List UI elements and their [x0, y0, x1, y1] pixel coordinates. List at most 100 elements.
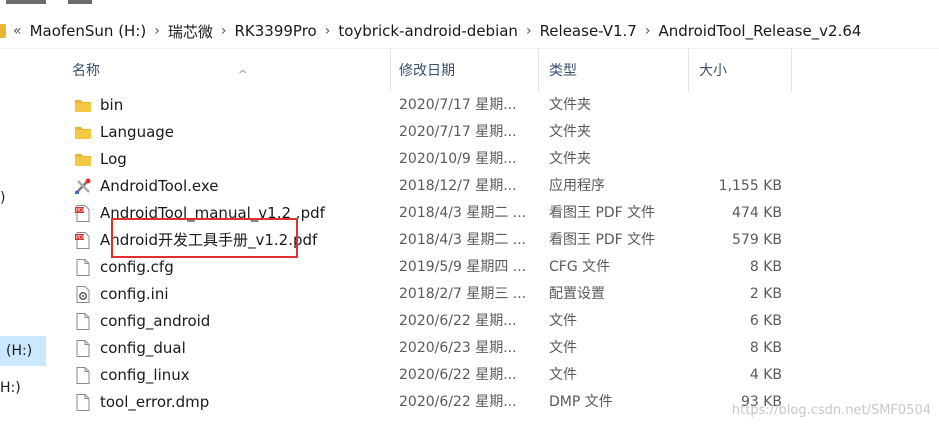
file-name: bin	[100, 96, 124, 114]
file-type: 文件	[549, 340, 577, 356]
file-name: config_linux	[100, 366, 190, 384]
svg-text:PDF: PDF	[76, 235, 86, 241]
file-list: 名称 ^ 修改日期 类型 大小 bin 2020/7/17 星期... 文件夹 Lan…	[48, 48, 939, 432]
file-date: 2020/6/22 星期...	[399, 367, 517, 383]
folder-icon	[74, 97, 92, 114]
file-row[interactable]: config.cfg 2019/5/9 星期四 ... CFG 文件 8 KB	[48, 254, 939, 281]
file-type: CFG 文件	[549, 259, 611, 275]
file-date: 2020/6/22 星期...	[399, 394, 517, 410]
address-bar[interactable]: « MaofenSun (H:) › 瑞芯微 › RK3399Pro › toybrick-a…	[0, 14, 939, 49]
file-size: 579 KB	[732, 232, 782, 248]
file-size	[688, 146, 782, 173]
chevron-right-icon[interactable]: ›	[645, 23, 651, 39]
file-name: config_dual	[100, 339, 186, 357]
chevron-right-icon[interactable]: ›	[325, 23, 331, 39]
file-type: 文件	[549, 367, 577, 383]
file-row[interactable]: AndroidTool.exe 2018/12/7 星期... 应用程序 1,155 …	[48, 173, 939, 200]
column-header-date[interactable]: 修改日期	[389, 48, 539, 92]
file-date: 2020/6/23 星期...	[399, 340, 517, 356]
column-header-type[interactable]: 类型	[539, 48, 689, 92]
file-date: 2018/4/3 星期二 ...	[399, 205, 527, 221]
top-window-edge	[0, 0, 939, 4]
settings-file-icon	[74, 286, 92, 303]
breadcrumb-item[interactable]: RK3399Pro	[234, 22, 316, 40]
column-header-row: 名称 ^ 修改日期 类型 大小	[48, 48, 939, 92]
file-icon	[74, 259, 92, 276]
folder-icon	[74, 151, 92, 168]
file-type: 看图王 PDF 文件	[549, 205, 656, 221]
file-date: 2020/6/22 星期...	[399, 313, 517, 329]
file-row[interactable]: config_android 2020/6/22 星期... 文件 6 KB	[48, 308, 939, 335]
file-size: 1,155 KB	[718, 178, 782, 194]
chevron-right-icon[interactable]: ›	[221, 23, 227, 39]
file-row[interactable]: Language 2020/7/17 星期... 文件夹	[48, 119, 939, 146]
svg-text:PDF: PDF	[76, 208, 86, 214]
file-row[interactable]: bin 2020/7/17 星期... 文件夹	[48, 92, 939, 119]
nav-item[interactable]: H:)	[0, 380, 46, 407]
file-icon	[74, 394, 92, 411]
file-date: 2019/5/9 星期四 ...	[399, 259, 527, 275]
pdf-icon: PDF	[74, 205, 92, 222]
file-type: 配置设置	[549, 286, 605, 302]
file-icon	[74, 367, 92, 384]
file-date: 2018/4/3 星期二 ...	[399, 232, 527, 248]
column-header-size[interactable]: 大小	[689, 48, 792, 92]
file-size	[688, 92, 782, 119]
breadcrumb-item[interactable]: 瑞芯微	[168, 21, 213, 42]
file-row[interactable]: config_dual 2020/6/23 星期... 文件 8 KB	[48, 335, 939, 362]
file-type: 文件夹	[549, 151, 591, 167]
file-size: 6 KB	[749, 313, 782, 329]
nav-item[interactable]: )	[0, 190, 46, 217]
file-name: AndroidTool.exe	[100, 177, 219, 195]
breadcrumb-item[interactable]: AndroidTool_Release_v2.64	[658, 22, 861, 40]
file-date: 2020/7/17 星期...	[399, 124, 517, 140]
file-size: 474 KB	[732, 205, 782, 221]
file-name: AndroidTool_manual_v1.2 .pdf	[100, 204, 325, 222]
tools-icon	[74, 178, 92, 195]
column-header-name[interactable]: 名称 ^	[62, 48, 391, 92]
watermark: https://blog.csdn.net/SMF0504	[731, 403, 931, 418]
file-size: 4 KB	[749, 367, 782, 383]
file-name: config.cfg	[100, 258, 174, 276]
file-icon	[74, 340, 92, 357]
file-name: config.ini	[100, 285, 169, 303]
navigation-pane: ) (H:) H:)	[0, 48, 48, 432]
chevron-right-icon[interactable]: ›	[154, 23, 160, 39]
file-date: 2020/7/17 星期...	[399, 97, 517, 113]
pdf-icon: PDF	[74, 232, 92, 249]
file-name: config_android	[100, 312, 211, 330]
breadcrumb-item[interactable]: MaofenSun (H:)	[30, 22, 147, 40]
file-type: 看图王 PDF 文件	[549, 232, 656, 248]
file-row[interactable]: config_linux 2020/6/22 星期... 文件 4 KB	[48, 362, 939, 389]
overflow-chevron-icon[interactable]: «	[13, 23, 22, 39]
file-icon	[74, 313, 92, 330]
file-date: 2018/2/7 星期三 ...	[399, 286, 527, 302]
file-size	[688, 119, 782, 146]
file-size: 8 KB	[749, 259, 782, 275]
file-rows: bin 2020/7/17 星期... 文件夹 Language 2020/7/17 星…	[48, 92, 939, 416]
file-type: 文件夹	[549, 124, 591, 140]
file-name: tool_error.dmp	[100, 393, 210, 411]
file-date: 2020/10/9 星期...	[399, 151, 517, 167]
file-date: 2018/12/7 星期...	[399, 178, 517, 194]
folder-icon	[0, 24, 6, 38]
file-size: 8 KB	[749, 340, 782, 356]
file-name: Language	[100, 123, 175, 141]
file-size: 2 KB	[749, 286, 782, 302]
folder-icon	[74, 124, 92, 141]
file-name: Android开发工具手册_v1.2.pdf	[100, 231, 318, 249]
file-row[interactable]: PDF Android开发工具手册_v1.2.pdf 2018/4/3 星期二 ..…	[48, 227, 939, 254]
chevron-right-icon[interactable]: ›	[526, 23, 532, 39]
breadcrumb: « MaofenSun (H:) › 瑞芯微 › RK3399Pro › toybrick-a…	[13, 21, 861, 42]
file-type: DMP 文件	[549, 394, 613, 410]
nav-item-selected[interactable]: (H:)	[0, 336, 46, 366]
breadcrumb-item[interactable]: toybrick-android-debian	[338, 22, 518, 40]
file-type: 应用程序	[549, 178, 605, 194]
file-row[interactable]: Log 2020/10/9 星期... 文件夹	[48, 146, 939, 173]
file-row[interactable]: PDF AndroidTool_manual_v1.2 .pdf 2018/4/3 …	[48, 200, 939, 227]
file-type: 文件夹	[549, 97, 591, 113]
file-row[interactable]: config.ini 2018/2/7 星期三 ... 配置设置 2 KB	[48, 281, 939, 308]
breadcrumb-item[interactable]: Release-V1.7	[540, 22, 637, 40]
file-name: Log	[100, 150, 127, 168]
column-header-name-label: 名称	[72, 63, 100, 79]
